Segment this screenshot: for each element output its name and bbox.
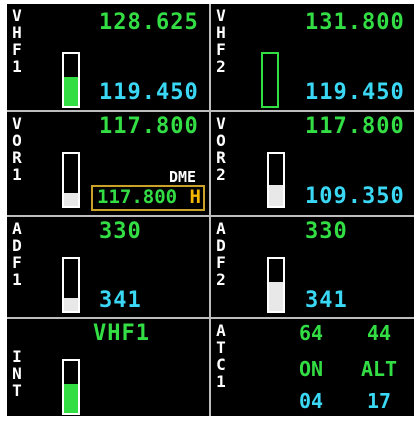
vor1-dme-frequency-box[interactable]: 117.800 H — [91, 185, 205, 211]
vhf2-standby-frequency[interactable]: 119.450 — [305, 80, 405, 105]
adf1-active-frequency[interactable]: 330 — [99, 219, 142, 244]
vor1-level-fill — [64, 193, 78, 206]
adf1-level-fill — [64, 298, 78, 311]
atc1-mode-right[interactable]: ALT — [349, 357, 409, 381]
int-level-meter — [62, 359, 80, 415]
atc1-mode-left[interactable]: ON — [281, 357, 341, 381]
vor2-standby-frequency[interactable]: 109.350 — [305, 184, 405, 209]
vhf1-cell[interactable]: V H F 1 128.625 119.450 — [7, 4, 209, 110]
adf1-standby-frequency[interactable]: 341 — [99, 288, 142, 313]
vor1-active-frequency[interactable]: 117.800 — [99, 114, 199, 139]
vor1-dme-hold: H — [189, 186, 201, 208]
vhf2-cell[interactable]: V H F 2 131.800 119.450 — [211, 4, 414, 110]
atc1-label: A T C 1 — [213, 323, 229, 391]
vor1-label: V O R 1 — [9, 116, 25, 184]
adf1-label: A D F 1 — [9, 221, 25, 289]
adf1-label-char: 1 — [12, 270, 22, 289]
int-cell[interactable]: I N T VHF1 — [7, 319, 209, 416]
atc1-code-left[interactable]: 64 — [281, 321, 341, 345]
vor1-level-meter — [62, 152, 80, 208]
adf1-level-meter — [62, 257, 80, 313]
vhf1-standby-frequency[interactable]: 119.450 — [99, 80, 199, 105]
vhf2-label-char: 2 — [216, 57, 226, 76]
adf2-standby-frequency[interactable]: 341 — [305, 288, 348, 313]
vhf2-active-frequency[interactable]: 131.800 — [305, 10, 405, 35]
vor2-label: V O R 2 — [213, 116, 229, 184]
atc1-label-char: 1 — [216, 372, 226, 391]
vhf1-level-meter — [62, 52, 80, 108]
vhf1-label-char: 1 — [12, 57, 22, 76]
atc1-code-right[interactable]: 44 — [349, 321, 409, 345]
int-source[interactable]: VHF1 — [93, 321, 150, 346]
vor2-level-fill — [269, 185, 283, 206]
vor1-dme-frequency: 117.800 — [97, 186, 178, 208]
radio-tuning-panel: V H F 1 128.625 119.450 V H F 2 131.800 … — [7, 4, 414, 416]
int-label-char: T — [12, 381, 22, 400]
vor1-dme-label: DME — [169, 168, 197, 186]
vhf2-level-meter — [261, 52, 279, 108]
int-level-fill — [64, 384, 78, 413]
adf2-active-frequency[interactable]: 330 — [305, 219, 348, 244]
vor1-label-char: 1 — [12, 165, 22, 184]
adf1-cell[interactable]: A D F 1 330 341 — [7, 217, 209, 317]
vor1-cell[interactable]: V O R 1 117.800 DME 117.800 H — [7, 112, 209, 215]
adf2-level-fill — [269, 282, 283, 311]
vhf2-label: V H F 2 — [213, 8, 229, 76]
adf2-level-meter — [267, 257, 285, 313]
vhf1-active-frequency[interactable]: 128.625 — [99, 10, 199, 35]
vor2-active-frequency[interactable]: 117.800 — [305, 114, 405, 139]
adf2-label-char: 2 — [216, 270, 226, 289]
adf2-label: A D F 2 — [213, 221, 229, 289]
atc1-select-left[interactable]: 04 — [281, 389, 341, 413]
atc1-select-right[interactable]: 17 — [349, 389, 409, 413]
vor2-label-char: 2 — [216, 165, 226, 184]
adf2-cell[interactable]: A D F 2 330 341 — [211, 217, 414, 317]
vhf1-label: V H F 1 — [9, 8, 25, 76]
vor2-level-meter — [267, 152, 285, 208]
atc1-cell[interactable]: A T C 1 64 44 ON ALT 04 17 — [211, 319, 414, 416]
int-label: I N T — [9, 349, 25, 400]
vhf1-level-fill — [64, 77, 78, 106]
vor2-cell[interactable]: V O R 2 117.800 109.350 — [211, 112, 414, 215]
